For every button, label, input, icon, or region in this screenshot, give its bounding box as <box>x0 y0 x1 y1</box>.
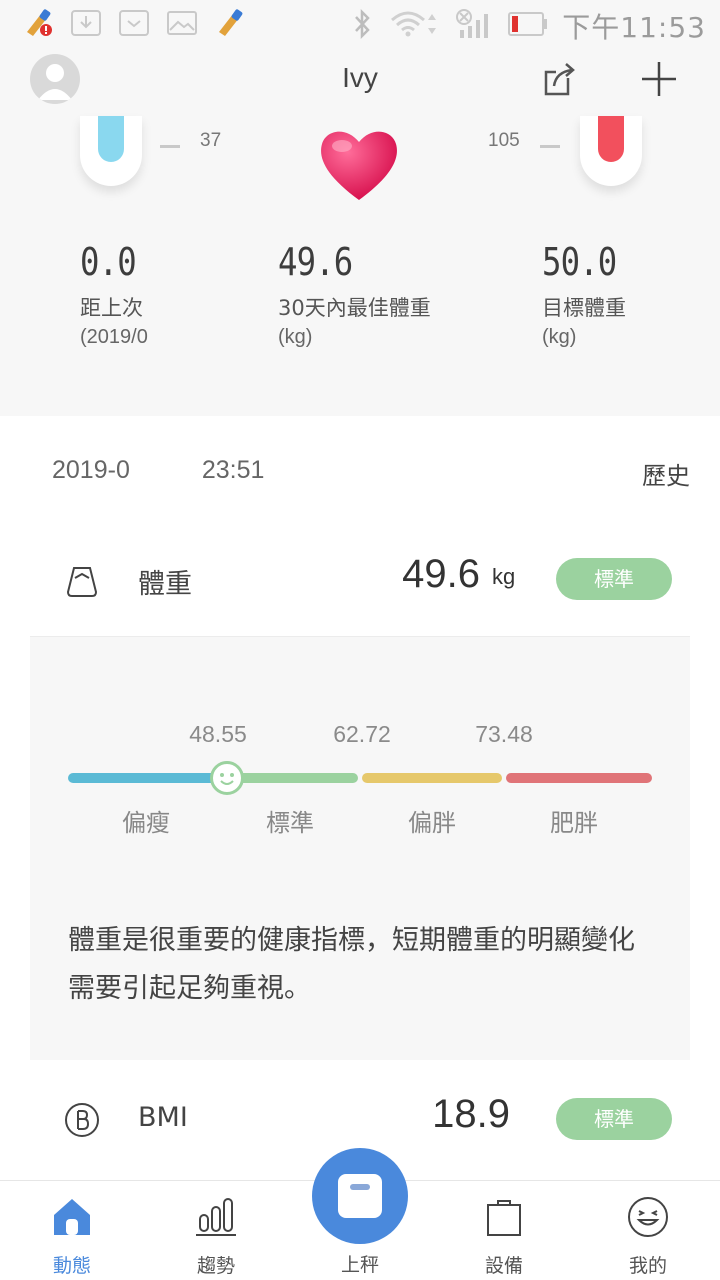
max-scale-value: 105 <box>488 130 520 151</box>
signal-icon <box>454 8 494 44</box>
max-scale-tube <box>580 116 642 186</box>
range-bar-obese <box>506 773 652 783</box>
user-name[interactable]: Ivy <box>0 62 720 94</box>
range-label: 標準 <box>266 809 314 837</box>
home-icon <box>54 1199 90 1235</box>
range-label: 偏瘦 <box>122 809 170 837</box>
stat-label: 距上次 <box>80 296 143 320</box>
nav-label: 我的 <box>628 1255 667 1277</box>
nav-label: 趨勢 <box>196 1255 235 1277</box>
range-threshold: 73.48 <box>475 721 533 747</box>
status-badge: 標準 <box>556 558 672 600</box>
nav-item-device[interactable]: 設備 <box>459 1195 549 1278</box>
nav-item-dynamic[interactable]: 動態 <box>27 1195 117 1278</box>
share-button[interactable] <box>540 60 580 100</box>
download-icon <box>68 8 104 38</box>
bluetooth-icon <box>350 8 374 44</box>
weight-value: 49.6 <box>402 552 480 596</box>
nav-item-trend[interactable]: 趨勢 <box>171 1195 261 1278</box>
stat-label: 目標體重 <box>542 296 626 320</box>
stat-since-last: 0.0 距上次 (2019/0 <box>80 240 148 349</box>
range-label: 偏胖 <box>408 809 456 837</box>
app-header: Ivy <box>0 50 720 116</box>
range-threshold: 48.55 <box>189 721 247 747</box>
weigh-button[interactable] <box>312 1148 408 1244</box>
system-icons: 下午11:53 <box>350 6 706 46</box>
stat-value: 50.0 <box>542 240 617 284</box>
range-threshold: 62.72 <box>333 721 391 747</box>
notification-icons <box>20 8 248 38</box>
stat-label: 30天內最佳體重 <box>278 296 431 320</box>
min-scale-value: 37 <box>200 130 222 151</box>
profile-icon <box>628 1197 668 1237</box>
stat-value: 49.6 <box>278 240 353 284</box>
record-date: 2019-0 <box>52 456 130 484</box>
bmi-icon <box>65 1103 99 1137</box>
wifi-icon <box>388 8 440 44</box>
nav-label: 設備 <box>484 1255 523 1277</box>
history-link[interactable]: 歷史 <box>642 456 690 491</box>
weigh-button-label[interactable]: 上秤 <box>312 1250 408 1277</box>
stat-target-weight[interactable]: 50.0 目標體重 (kg) <box>542 240 630 349</box>
battery-icon <box>508 10 548 42</box>
range-bar-over <box>362 773 502 783</box>
add-button[interactable] <box>638 58 680 100</box>
summary-wave <box>0 380 720 412</box>
weight-row[interactable]: 體重 49.6 kg 標準 <box>0 540 720 620</box>
nav-item-profile[interactable]: 我的 <box>603 1195 693 1278</box>
stat-value: 0.0 <box>80 240 137 284</box>
weight-detail-panel: 48.55 62.72 73.48 偏瘦 標準 偏胖 肥胖 體重是很重要的健康指… <box>30 637 690 1060</box>
plus-icon <box>642 62 676 96</box>
app-root: 下午11:53 Ivy 37 105 0.0 距上次 (2019/0 49.6 … <box>0 0 720 1280</box>
status-badge: 標準 <box>556 1098 672 1140</box>
bmi-value: 18.9 <box>432 1092 510 1136</box>
heart-icon <box>321 131 397 200</box>
metric-name: BMI <box>138 1102 188 1133</box>
record-datetime: 2019-0 23:51 <box>52 456 264 485</box>
status-bar: 下午11:53 <box>0 0 720 50</box>
share-icon <box>544 63 575 96</box>
scale-icon <box>338 1174 382 1218</box>
record-time: 23:51 <box>201 456 265 484</box>
range-label: 肥胖 <box>550 809 598 837</box>
cleaner-icon <box>212 8 248 38</box>
stat-sub: (kg) <box>542 326 577 348</box>
gallery-icon <box>164 8 200 38</box>
weight-unit: kg <box>492 564 516 589</box>
metric-name: 體重 <box>138 569 192 600</box>
min-scale-tube <box>80 116 142 186</box>
device-icon <box>487 1200 521 1236</box>
nav-label: 動態 <box>52 1255 91 1277</box>
screenshot-icon <box>116 8 152 38</box>
stat-sub: (kg) <box>278 326 313 348</box>
current-position-marker <box>210 761 244 795</box>
smiley-icon <box>220 773 234 785</box>
cleaner-alert-icon <box>20 8 56 38</box>
weight-icon <box>66 567 98 597</box>
weight-description: 體重是很重要的健康指標，短期體重的明顯變化需要引起足夠重視。 <box>68 925 635 1004</box>
stat-sub: (2019/0 <box>80 326 148 348</box>
range-bar-thin <box>68 773 218 783</box>
trend-icon <box>196 1198 236 1236</box>
stat-best-weight: 49.6 30天內最佳體重 (kg) <box>278 240 431 349</box>
clock: 下午11:53 <box>562 11 706 44</box>
